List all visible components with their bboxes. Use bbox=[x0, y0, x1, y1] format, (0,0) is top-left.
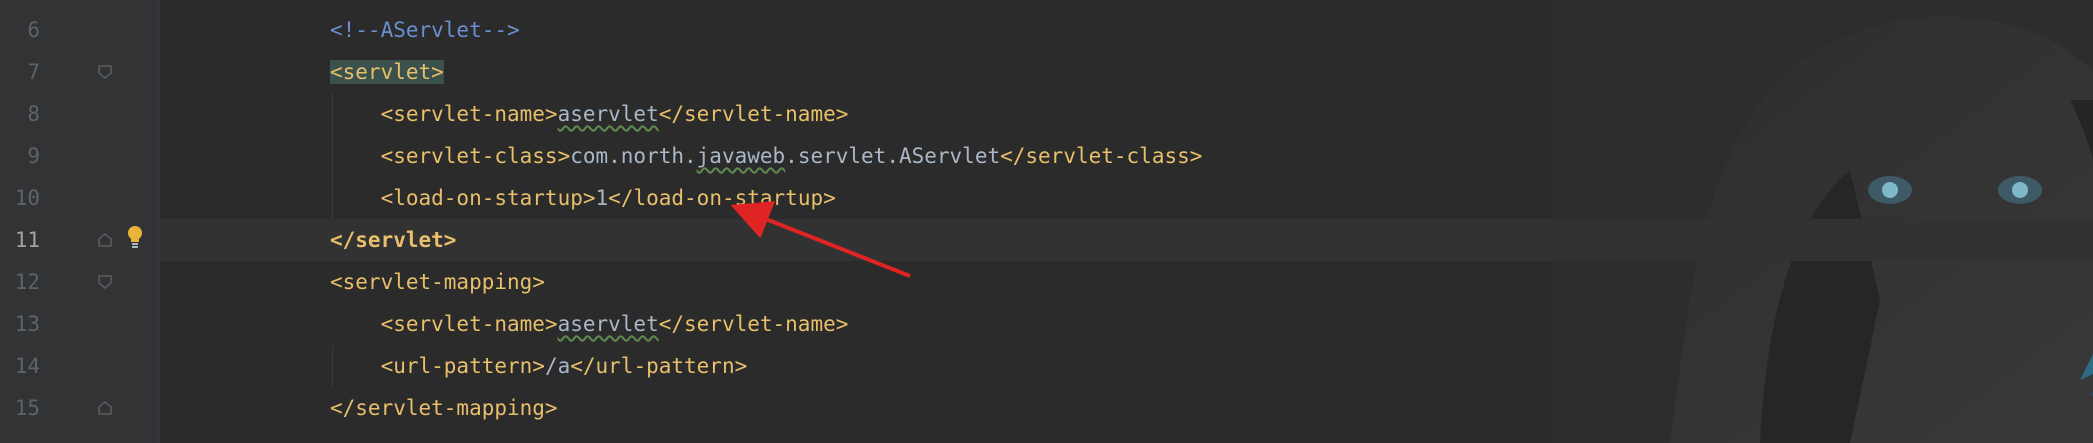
code-line[interactable]: </servlet> bbox=[160, 219, 2093, 261]
indent-guide bbox=[332, 345, 333, 387]
line-number: 6 bbox=[27, 18, 40, 42]
code-token: </servlet-mapping> bbox=[330, 396, 558, 420]
code-line[interactable]: <servlet-name>aservlet</servlet-name> bbox=[160, 93, 2093, 135]
code-line[interactable]: <servlet-mapping> bbox=[160, 261, 2093, 303]
code-line[interactable]: <servlet-name>aservlet</servlet-name> bbox=[160, 303, 2093, 345]
code-text[interactable]: <servlet-mapping> bbox=[330, 261, 545, 303]
code-line[interactable]: <url-pattern>/a</url-pattern> bbox=[160, 345, 2093, 387]
code-token: com.north. bbox=[570, 144, 697, 168]
code-editor[interactable]: <!--AServlet--> <servlet> <servlet-name>a… bbox=[160, 0, 2093, 443]
code-text[interactable]: <!--AServlet--> bbox=[330, 9, 520, 51]
code-token: 1 bbox=[595, 186, 609, 210]
code-text[interactable]: <load-on-startup>1</load-on-startup> bbox=[330, 177, 836, 219]
gutter-edge bbox=[158, 0, 159, 443]
code-token: </servlet-name> bbox=[658, 102, 849, 126]
code-token: </load-on-startup> bbox=[608, 186, 836, 210]
line-number: 8 bbox=[27, 102, 40, 126]
code-token: javaweb bbox=[696, 144, 786, 168]
code-token: <servlet-class> bbox=[330, 144, 571, 168]
code-token: .servlet.AServlet bbox=[785, 144, 1001, 168]
code-line[interactable]: <servlet> bbox=[160, 51, 2093, 93]
code-token: </url-pattern> bbox=[570, 354, 748, 378]
fold-marker-icon[interactable] bbox=[98, 401, 112, 415]
fold-marker-icon[interactable] bbox=[98, 233, 112, 247]
code-line[interactable]: <load-on-startup>1</load-on-startup> bbox=[160, 177, 2093, 219]
code-token: <!--AServlet--> bbox=[330, 18, 520, 42]
fold-marker-icon[interactable] bbox=[98, 275, 112, 289]
line-number: 13 bbox=[14, 312, 40, 336]
indent-guide bbox=[332, 93, 333, 219]
code-text[interactable]: <servlet-name>aservlet</servlet-name> bbox=[330, 93, 849, 135]
line-number: 9 bbox=[27, 144, 40, 168]
line-number: 15 bbox=[14, 396, 40, 420]
code-token: <url-pattern> bbox=[330, 354, 545, 378]
code-token: aservlet bbox=[557, 312, 659, 336]
code-text[interactable]: </servlet-mapping> bbox=[330, 387, 558, 429]
line-number: 12 bbox=[14, 270, 40, 294]
code-token: /a bbox=[544, 354, 571, 378]
code-token: <servlet-name> bbox=[330, 102, 558, 126]
code-token: </servlet> bbox=[330, 228, 457, 252]
code-token: <load-on-startup> bbox=[330, 186, 596, 210]
lightbulb-icon[interactable] bbox=[126, 225, 144, 249]
line-number: 11 bbox=[14, 228, 40, 252]
code-line[interactable]: <servlet-class>com.north.javaweb.servlet… bbox=[160, 135, 2093, 177]
code-token: </servlet-class> bbox=[1000, 144, 1203, 168]
code-token: aservlet bbox=[557, 102, 659, 126]
code-text[interactable]: <url-pattern>/a</url-pattern> bbox=[330, 345, 748, 387]
code-text[interactable]: <servlet-name>aservlet</servlet-name> bbox=[330, 303, 849, 345]
line-number: 14 bbox=[14, 354, 40, 378]
code-text[interactable]: <servlet-class>com.north.javaweb.servlet… bbox=[330, 135, 1203, 177]
code-token: <servlet> bbox=[330, 60, 444, 84]
code-line[interactable]: </servlet-mapping> bbox=[160, 387, 2093, 429]
code-text[interactable]: <servlet> bbox=[330, 51, 444, 93]
line-number: 10 bbox=[14, 186, 40, 210]
code-token: </servlet-name> bbox=[658, 312, 849, 336]
code-text[interactable]: </servlet> bbox=[330, 219, 456, 261]
fold-marker-icon[interactable] bbox=[98, 65, 112, 79]
line-number: 7 bbox=[27, 60, 40, 84]
code-line[interactable]: <!--AServlet--> bbox=[160, 9, 2093, 51]
code-token: <servlet-name> bbox=[330, 312, 558, 336]
code-token: <servlet-mapping> bbox=[330, 270, 545, 294]
